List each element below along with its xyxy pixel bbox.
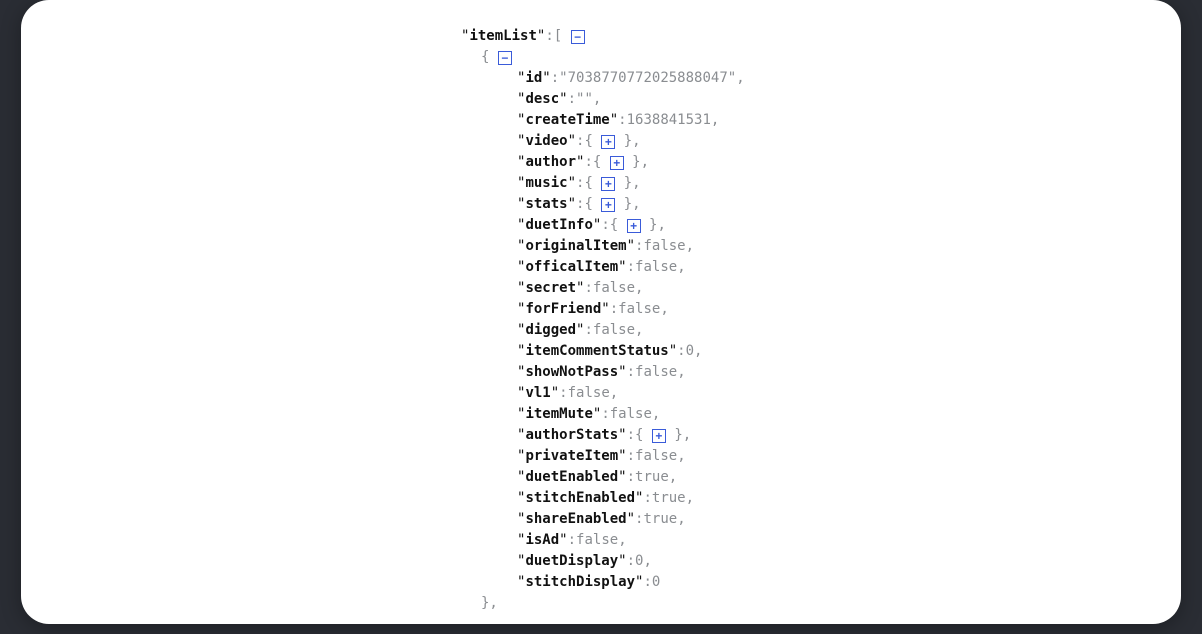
key-author: author bbox=[525, 154, 576, 170]
key-showNotPass: showNotPass bbox=[525, 364, 618, 380]
key-secret: secret bbox=[525, 280, 576, 296]
key-stitchDisplay: stitchDisplay bbox=[525, 574, 635, 590]
key-video: video bbox=[525, 133, 567, 149]
json-row: "desc":"", bbox=[61, 89, 1141, 110]
collapse-icon[interactable]: − bbox=[571, 30, 585, 44]
json-row: "vl1":false, bbox=[61, 383, 1141, 404]
expand-icon[interactable]: + bbox=[601, 177, 615, 191]
value-officalItem: false bbox=[635, 259, 677, 275]
key-forFriend: forFriend bbox=[525, 301, 601, 317]
json-row: "stats":{ + }, bbox=[61, 194, 1141, 215]
expand-icon[interactable]: + bbox=[601, 135, 615, 149]
key-vl1: vl1 bbox=[525, 385, 550, 401]
key-originalItem: originalItem bbox=[525, 238, 626, 254]
json-row: "id":"7038770772025888047", bbox=[61, 68, 1141, 89]
key-music: music bbox=[525, 175, 567, 191]
json-row: "video":{ + }, bbox=[61, 131, 1141, 152]
json-viewer-card: "itemList":[ − { − "id":"703877077202588… bbox=[21, 0, 1181, 624]
value-createTime: 1638841531 bbox=[627, 112, 711, 128]
key-id: id bbox=[525, 70, 542, 86]
key-itemList: itemList bbox=[469, 28, 536, 44]
expand-icon[interactable]: + bbox=[610, 156, 624, 170]
json-row: "originalItem":false, bbox=[61, 236, 1141, 257]
expand-icon[interactable]: + bbox=[601, 198, 615, 212]
value-privateItem: false bbox=[635, 448, 677, 464]
value-originalItem: false bbox=[643, 238, 685, 254]
json-row: "duetDisplay":0, bbox=[61, 551, 1141, 572]
json-object-open: { − bbox=[61, 47, 1141, 68]
key-isAd: isAd bbox=[525, 532, 559, 548]
json-object-close: }, bbox=[61, 593, 1141, 614]
key-itemCommentStatus: itemCommentStatus bbox=[525, 343, 668, 359]
key-privateItem: privateItem bbox=[525, 448, 618, 464]
json-root-line: "itemList":[ − bbox=[61, 26, 1141, 47]
expand-icon[interactable]: + bbox=[627, 219, 641, 233]
value-isAd: false bbox=[576, 532, 618, 548]
key-shareEnabled: shareEnabled bbox=[525, 511, 626, 527]
value-itemMute: false bbox=[610, 406, 652, 422]
key-duetDisplay: duetDisplay bbox=[525, 553, 618, 569]
value-vl1: false bbox=[568, 385, 610, 401]
json-row: "isAd":false, bbox=[61, 530, 1141, 551]
value-stitchEnabled: true bbox=[652, 490, 686, 506]
value-showNotPass: false bbox=[635, 364, 677, 380]
key-digged: digged bbox=[525, 322, 576, 338]
json-row: "authorStats":{ + }, bbox=[61, 425, 1141, 446]
value-id: 7038770772025888047 bbox=[568, 70, 728, 86]
json-row: "duetEnabled":true, bbox=[61, 467, 1141, 488]
json-row: "author":{ + }, bbox=[61, 152, 1141, 173]
key-stats: stats bbox=[525, 196, 567, 212]
json-row: "duetInfo":{ + }, bbox=[61, 215, 1141, 236]
json-row: "shareEnabled":true, bbox=[61, 509, 1141, 530]
value-shareEnabled: true bbox=[643, 511, 677, 527]
key-itemMute: itemMute bbox=[525, 406, 592, 422]
key-desc: desc bbox=[525, 91, 559, 107]
json-row: "stitchEnabled":true, bbox=[61, 488, 1141, 509]
json-row: "officalItem":false, bbox=[61, 257, 1141, 278]
value-itemCommentStatus: 0 bbox=[686, 343, 694, 359]
json-row: "privateItem":false, bbox=[61, 446, 1141, 467]
key-authorStats: authorStats bbox=[525, 427, 618, 443]
key-duetEnabled: duetEnabled bbox=[525, 469, 618, 485]
json-row: "showNotPass":false, bbox=[61, 362, 1141, 383]
value-forFriend: false bbox=[618, 301, 660, 317]
collapse-icon[interactable]: − bbox=[498, 51, 512, 65]
json-row: "itemMute":false, bbox=[61, 404, 1141, 425]
value-secret: false bbox=[593, 280, 635, 296]
key-officalItem: officalItem bbox=[525, 259, 618, 275]
value-digged: false bbox=[593, 322, 635, 338]
value-duetEnabled: true bbox=[635, 469, 669, 485]
expand-icon[interactable]: + bbox=[652, 429, 666, 443]
key-createTime: createTime bbox=[525, 112, 609, 128]
json-row: "stitchDisplay":0 bbox=[61, 572, 1141, 593]
json-row: "itemCommentStatus":0, bbox=[61, 341, 1141, 362]
json-row: "digged":false, bbox=[61, 320, 1141, 341]
key-stitchEnabled: stitchEnabled bbox=[525, 490, 635, 506]
value-stitchDisplay: 0 bbox=[652, 574, 660, 590]
key-duetInfo: duetInfo bbox=[525, 217, 592, 233]
json-row: "music":{ + }, bbox=[61, 173, 1141, 194]
json-row: "forFriend":false, bbox=[61, 299, 1141, 320]
json-row: "secret":false, bbox=[61, 278, 1141, 299]
json-row: "createTime":1638841531, bbox=[61, 110, 1141, 131]
